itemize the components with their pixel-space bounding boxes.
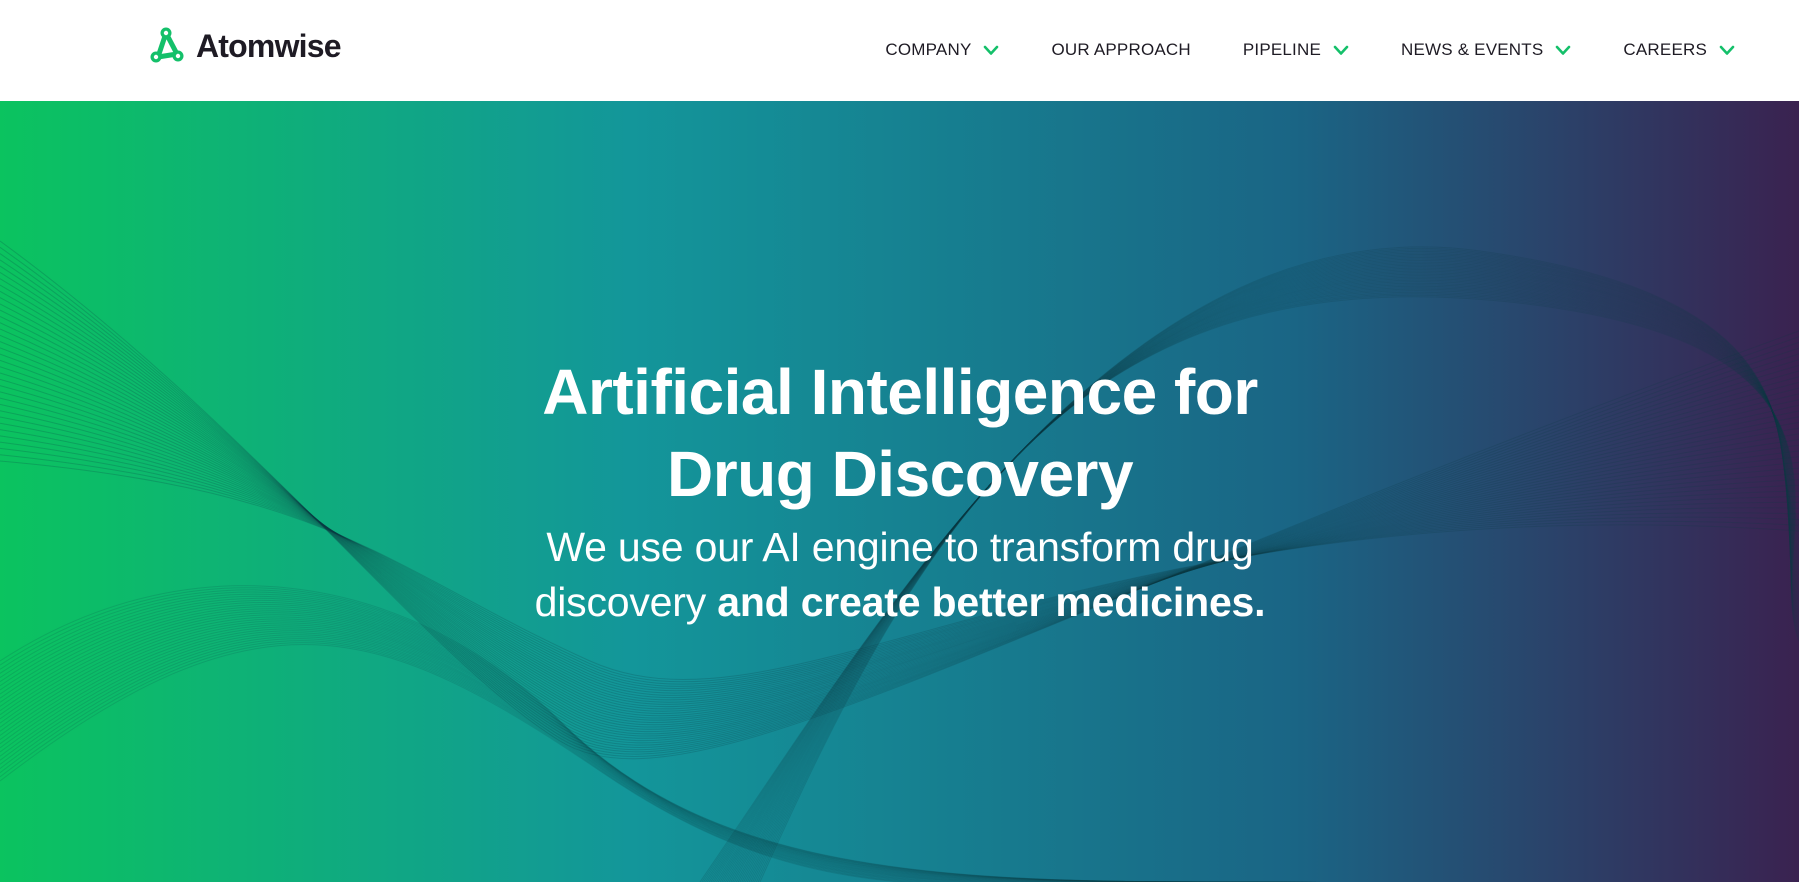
chevron-down-icon [984, 45, 999, 55]
nav-item-label: PIPELINE [1242, 40, 1321, 59]
hero-section: Artificial Intelligence for Drug Discove… [0, 101, 1799, 882]
chevron-down-icon [1556, 45, 1571, 55]
brand-name: Atomwise [196, 27, 342, 64]
nav-item-label: OUR APPROACH [1051, 40, 1191, 59]
hero-title: Artificial Intelligence for Drug Discove… [450, 351, 1350, 515]
hero-content: Artificial Intelligence for Drug Discove… [0, 101, 1799, 882]
nav-item-our-approach[interactable]: OUR APPROACH [1051, 40, 1190, 60]
hero-title-line2: Drug Discovery [666, 438, 1134, 510]
main-nav: COMPANY OUR APPROACH PIPELINE NEWS & EVE… [885, 40, 1735, 60]
nav-item-company[interactable]: COMPANY [885, 40, 999, 60]
nav-item-label: COMPANY [885, 40, 972, 59]
nav-item-label: CAREERS [1623, 40, 1707, 59]
nav-item-label: NEWS & EVENTS [1401, 40, 1544, 59]
chevron-down-icon [1719, 45, 1735, 55]
atomwise-logo-icon [150, 27, 184, 63]
hero-title-line1: Artificial Intelligence for [542, 356, 1258, 428]
nav-item-news-events[interactable]: NEWS & EVENTS [1401, 40, 1571, 60]
chevron-down-icon [1333, 45, 1349, 55]
atomwise-logo[interactable]: Atomwise [146, 24, 342, 68]
hero-subtitle: We use our AI engine to transform drug d… [480, 520, 1320, 630]
site-header: Atomwise COMPANY OUR APPROACH PIPELINE N… [0, 0, 1799, 101]
nav-item-careers[interactable]: CAREERS [1623, 40, 1735, 60]
nav-item-pipeline[interactable]: PIPELINE [1243, 40, 1349, 60]
hero-subtitle-bold: and create better medicines. [717, 579, 1266, 625]
